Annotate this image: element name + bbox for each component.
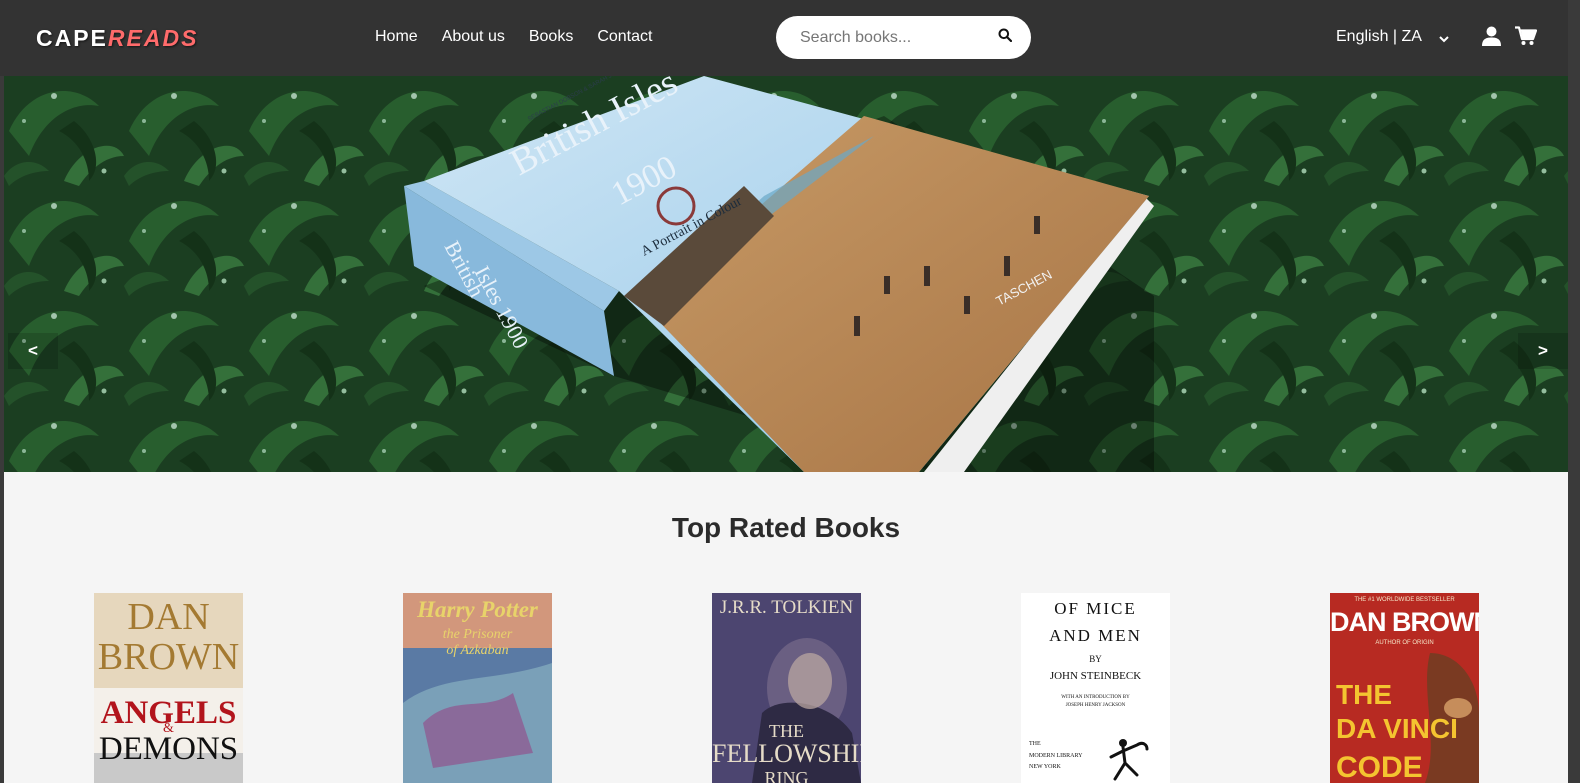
- book-cover-text: DAN: [127, 596, 210, 638]
- book-cover-text: AND MEN: [1049, 626, 1142, 645]
- book-cover-text: NEW YORK: [1029, 764, 1061, 770]
- book-cover-text: MODERN LIBRARY: [1029, 753, 1083, 759]
- book-cover-text: the Prisoner: [442, 627, 513, 642]
- book-cover-text: JOHN STEINBECK: [1049, 670, 1142, 682]
- book-cover-text: DAN BROWN: [1330, 607, 1479, 637]
- book-card-fellowship[interactable]: J.R.R. TOLKIEN THE FELLOWSHIP RING: [712, 593, 861, 783]
- chevron-down-icon[interactable]: [1438, 31, 1450, 49]
- book-card-da-vinci-code[interactable]: THE #1 WORLDWIDE BESTSELLER DAN BROWN AU…: [1330, 593, 1479, 783]
- book-cover-text: Harry Potter: [417, 597, 538, 622]
- book-cover-text: WITH AN INTRODUCTION BY: [1061, 695, 1130, 700]
- book-cover-text: THE: [1336, 679, 1392, 710]
- section-title: Top Rated Books: [671, 512, 901, 543]
- hero-carousel: British Isles 1900 A Portrait in Colour …: [4, 76, 1568, 472]
- brand-logo-part1: CAPE: [36, 25, 108, 51]
- book-cover-text: THE: [1029, 741, 1041, 747]
- book-card-harry-potter[interactable]: Harry Potter the Prisoner of Azkaban: [403, 593, 552, 783]
- book-cover-text: AUTHOR OF ORIGIN: [1375, 640, 1434, 646]
- book-cover-text: THE #1 WORLDWIDE BESTSELLER: [1354, 597, 1455, 603]
- book-card-of-mice-and-men[interactable]: OF MICE AND MEN BY JOHN STEINBECK WITH A…: [1021, 593, 1170, 783]
- language-selector[interactable]: English | ZA: [1336, 28, 1422, 46]
- nav-link-contact[interactable]: Contact: [597, 28, 652, 46]
- search-input[interactable]: [800, 27, 990, 49]
- nav-link-home[interactable]: Home: [375, 28, 418, 46]
- brand-logo[interactable]: CAPEREADS: [36, 25, 198, 52]
- top-rated-section: Top Rated Books DAN BROWN ANGELS & DEMON…: [4, 472, 1568, 783]
- nav-link-books[interactable]: Books: [529, 28, 573, 46]
- main-nav: Home About us Books Contact: [375, 28, 652, 46]
- carousel-prev-button[interactable]: <: [8, 333, 58, 369]
- publisher-logo: [1109, 739, 1149, 781]
- book-card-angels-demons[interactable]: DAN BROWN ANGELS & DEMONS: [94, 593, 243, 783]
- book-cover-text: DEMONS: [98, 731, 239, 767]
- search-icon[interactable]: [998, 28, 1013, 47]
- book-cover-text: JOSEPH HENRY JACKSON: [1065, 703, 1126, 708]
- book-cover-text: FELLOWSHIP: [712, 739, 861, 768]
- book-cover-text: DA VINCI: [1336, 713, 1458, 744]
- book-cover-text: BY: [1089, 654, 1102, 664]
- book-cover-text: CODE: [1336, 751, 1423, 783]
- book-cover-text: OF MICE: [1054, 599, 1137, 618]
- book-cover-text: J.R.R. TOLKIEN: [719, 597, 854, 618]
- cart-icon[interactable]: [1515, 26, 1538, 51]
- book-cover-text: RING: [764, 768, 809, 783]
- nav-link-about[interactable]: About us: [442, 28, 505, 46]
- carousel-next-button[interactable]: >: [1518, 333, 1568, 369]
- search-bar: [776, 16, 1031, 59]
- book-cover-text: of Azkaban: [446, 643, 509, 658]
- hero-slide-image: British Isles 1900 A Portrait in Colour …: [4, 76, 1568, 472]
- navbar: CAPEREADS Home About us Books Contact En…: [0, 0, 1568, 76]
- user-icon[interactable]: [1482, 26, 1501, 51]
- book-cover-text: BROWN: [97, 636, 240, 678]
- brand-logo-part2: READS: [107, 25, 199, 51]
